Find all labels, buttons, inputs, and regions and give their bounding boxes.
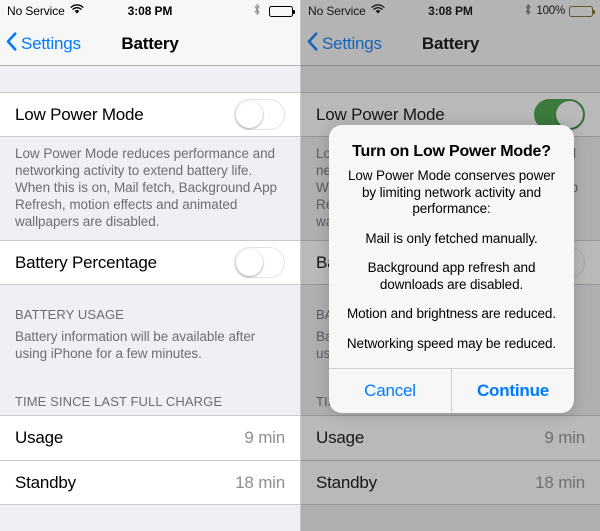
row-value: 18 min bbox=[235, 472, 285, 492]
status-bar-right-group bbox=[253, 3, 295, 19]
wifi-icon bbox=[70, 4, 84, 18]
back-button-label: Settings bbox=[21, 33, 81, 53]
toggle-knob bbox=[236, 249, 263, 276]
low-power-mode-label: Low Power Mode bbox=[15, 104, 144, 124]
alert-actions: Cancel Continue bbox=[329, 368, 574, 413]
time-since-charge-list: Usage 9 min Standby 18 min bbox=[0, 415, 300, 505]
battery-full-icon bbox=[269, 5, 295, 17]
carrier-label: No Service bbox=[7, 4, 65, 18]
back-button[interactable]: Settings bbox=[0, 31, 81, 56]
alert-body: Turn on Low Power Mode? Low Power Mode c… bbox=[329, 125, 574, 368]
row-label: Standby bbox=[15, 472, 76, 492]
bluetooth-icon bbox=[253, 3, 261, 19]
status-bar-left: No Service 3:08 PM bbox=[0, 0, 300, 22]
low-power-mode-toggle[interactable] bbox=[234, 99, 285, 130]
alert-bullet: Background app refresh and downloads are… bbox=[367, 260, 536, 292]
phone-screen-left: No Service 3:08 PM Settings Battery Low … bbox=[0, 0, 300, 531]
time-since-charge-header: TIME SINCE LAST FULL CHARGE bbox=[15, 394, 223, 409]
table-row[interactable]: Standby 18 min bbox=[0, 460, 300, 504]
battery-percentage-toggle[interactable] bbox=[234, 247, 285, 278]
table-row[interactable]: Usage 9 min bbox=[0, 416, 300, 460]
alert-bullet: Mail is only fetched manually. bbox=[365, 230, 538, 246]
row-value: 9 min bbox=[244, 428, 285, 447]
screenshot-stage: No Service 3:08 PM Settings Battery Low … bbox=[0, 0, 600, 531]
low-power-mode-footnote: Low Power Mode reduces performance and n… bbox=[15, 146, 277, 229]
toggle-knob bbox=[236, 101, 263, 128]
nav-bar-left: Settings Battery bbox=[0, 22, 300, 66]
row-battery-percentage[interactable]: Battery Percentage bbox=[0, 240, 300, 285]
battery-usage-note: Battery information will be available af… bbox=[15, 329, 256, 361]
top-spacer bbox=[0, 66, 300, 92]
alert-bullet: Networking speed may be reduced. bbox=[346, 335, 557, 351]
alert-bullet: Motion and brightness are reduced. bbox=[347, 306, 556, 321]
alert-title: Turn on Low Power Mode? bbox=[352, 143, 551, 160]
continue-button[interactable]: Continue bbox=[451, 369, 574, 413]
low-power-mode-alert: Turn on Low Power Mode? Low Power Mode c… bbox=[329, 125, 574, 413]
chevron-left-icon bbox=[6, 31, 17, 56]
battery-percentage-label: Battery Percentage bbox=[15, 252, 157, 272]
battery-usage-header: BATTERY USAGE bbox=[15, 307, 124, 322]
alert-message: Low Power Mode conserves power by limiti… bbox=[347, 168, 556, 216]
row-label: Usage bbox=[15, 428, 64, 447]
settings-content-left: Low Power Mode Low Power Mode reduces pe… bbox=[0, 66, 300, 531]
phone-screen-right: No Service 3:08 PM 100% Settings Battery… bbox=[300, 0, 600, 531]
cancel-button[interactable]: Cancel bbox=[329, 369, 451, 413]
row-low-power-mode[interactable]: Low Power Mode bbox=[0, 92, 300, 137]
status-bar-left-group: No Service bbox=[7, 4, 84, 18]
